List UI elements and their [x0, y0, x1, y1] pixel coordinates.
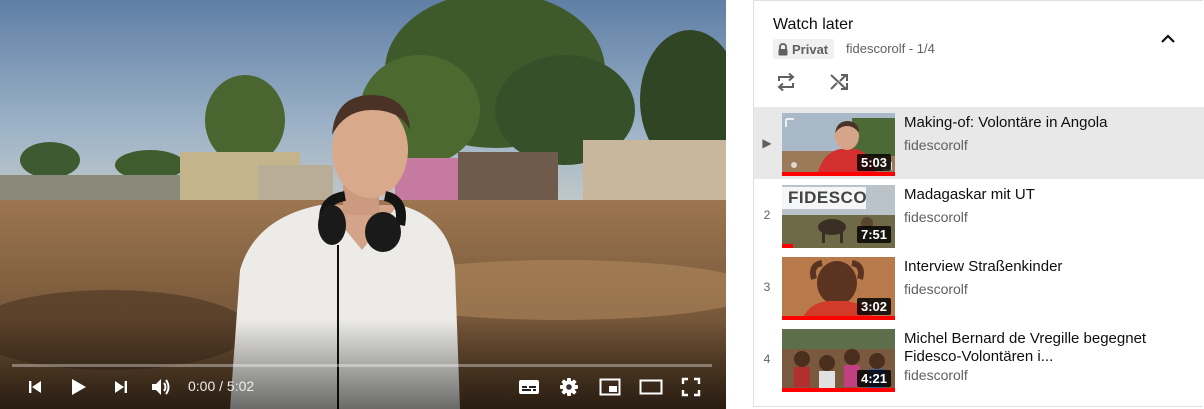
loop-icon [777, 72, 795, 92]
theater-icon [639, 379, 663, 395]
privacy-label: Privat [792, 41, 829, 57]
playlist-panel: Watch later Privat fidescorolf - 1/4 ▶ 5… [753, 0, 1204, 407]
item-index: 3 [763, 280, 771, 294]
video-thumbnail[interactable]: 3:02 [782, 257, 895, 320]
watched-progress [782, 388, 895, 392]
play-button[interactable] [63, 372, 93, 402]
playlist-items: ▶ 5:03 Making-of: Volontäre in Angola fi… [754, 107, 1204, 395]
time-separator: / [215, 378, 227, 394]
next-button[interactable] [106, 372, 136, 402]
current-time: 0:00 [188, 378, 216, 394]
subtitles-icon [519, 380, 539, 394]
playlist-meta: fidescorolf - 1/4 [846, 41, 935, 56]
now-playing-indicator: ▶ [762, 136, 772, 150]
video-thumbnail[interactable]: 5:03 [782, 113, 895, 176]
watched-progress [782, 172, 895, 176]
playlist-item[interactable]: ▶ 5:03 Making-of: Volontäre in Angola fi… [754, 107, 1204, 179]
channel-name[interactable]: fidescorolf [904, 137, 968, 153]
next-icon [115, 381, 127, 393]
volume-icon [152, 379, 170, 395]
thumbnail-brand-text: FIDESCO [788, 188, 868, 207]
total-time: 5:02 [226, 378, 255, 394]
video-player[interactable]: 0:00 / 5:02 [0, 0, 726, 409]
shuffle-icon [830, 74, 848, 90]
playlist-title[interactable]: Watch later [773, 16, 853, 34]
lock-icon [778, 42, 788, 55]
play-icon [72, 379, 86, 395]
video-thumbnail[interactable]: FIDESCO 7:51 [782, 185, 895, 248]
chevron-up-icon [1161, 34, 1175, 43]
channel-name[interactable]: fidescorolf [904, 209, 968, 225]
privacy-badge: Privat [773, 39, 835, 59]
fullscreen-icon [681, 377, 701, 397]
watched-progress [782, 244, 794, 248]
miniplayer-icon [599, 378, 621, 396]
playlist-item[interactable]: 3 3:02 Interview Straßenkinder fidescoro… [754, 251, 1204, 323]
progress-bar[interactable] [12, 364, 712, 367]
channel-name[interactable]: fidescorolf [904, 281, 968, 297]
playlist-item[interactable]: 4 4:21 Michel Bernard de Vregille begegn… [754, 323, 1204, 395]
settings-button[interactable] [554, 372, 584, 402]
video-title[interactable]: Michel Bernard de Vregille begegnet Fide… [904, 330, 1184, 366]
video-title[interactable]: Making-of: Volontäre in Angola [904, 114, 1184, 132]
channel-name[interactable]: fidescorolf [904, 367, 968, 383]
subtitles-button[interactable] [514, 372, 544, 402]
item-index: 2 [763, 208, 771, 222]
previous-icon [29, 381, 41, 393]
duration-badge: 7:51 [856, 226, 891, 243]
video-title[interactable]: Interview Straßenkinder [904, 258, 1184, 276]
time-display: 0:00 / 5:02 [188, 378, 254, 394]
previous-button[interactable] [20, 372, 50, 402]
playlist-header: Watch later Privat fidescorolf - 1/4 [754, 1, 1204, 105]
video-title[interactable]: Madagaskar mit UT [904, 186, 1184, 204]
duration-badge: 4:21 [856, 370, 891, 387]
duration-badge: 5:03 [856, 154, 891, 171]
watched-progress [782, 316, 895, 320]
item-index: 4 [763, 352, 771, 366]
video-thumbnail[interactable]: 4:21 [782, 329, 895, 392]
player-controls: 0:00 / 5:02 [0, 372, 726, 402]
playlist-item[interactable]: 2 FIDESCO 7:51 Madagaskar mit UT fidesco… [754, 179, 1204, 251]
shuffle-button[interactable] [825, 67, 855, 97]
duration-badge: 3:02 [856, 298, 891, 315]
volume-button[interactable] [146, 372, 176, 402]
settings-icon [560, 378, 578, 396]
miniplayer-button[interactable] [595, 372, 625, 402]
theater-mode-button[interactable] [636, 372, 666, 402]
collapse-button[interactable] [1154, 25, 1182, 53]
loop-button[interactable] [771, 67, 801, 97]
fullscreen-button[interactable] [676, 372, 706, 402]
